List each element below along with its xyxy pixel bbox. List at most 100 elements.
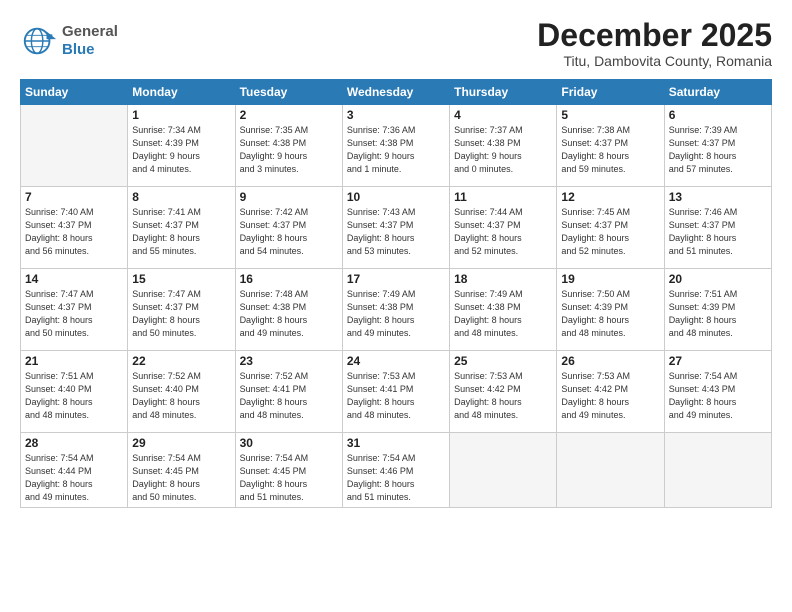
day-info: Sunrise: 7:53 AM Sunset: 4:42 PM Dayligh… bbox=[561, 370, 659, 422]
table-row: 19 Sunrise: 7:50 AM Sunset: 4:39 PM Dayli… bbox=[557, 269, 664, 351]
day-info: Sunrise: 7:53 AM Sunset: 4:41 PM Dayligh… bbox=[347, 370, 445, 422]
day-info: Sunrise: 7:42 AM Sunset: 4:37 PM Dayligh… bbox=[240, 206, 338, 258]
table-row bbox=[21, 105, 128, 187]
table-row: 11 Sunrise: 7:44 AM Sunset: 4:37 PM Dayli… bbox=[450, 187, 557, 269]
table-row: 14 Sunrise: 7:47 AM Sunset: 4:37 PM Dayli… bbox=[21, 269, 128, 351]
col-saturday: Saturday bbox=[664, 80, 771, 105]
location-subtitle: Titu, Dambovita County, Romania bbox=[537, 53, 772, 69]
table-row: 2Sunrise: 7:35 AM Sunset: 4:38 PM Daylig… bbox=[235, 105, 342, 187]
table-row: 5 Sunrise: 7:38 AM Sunset: 4:37 PM Daylig… bbox=[557, 105, 664, 187]
logo-blue: Blue bbox=[62, 41, 95, 58]
day-number: 27 bbox=[669, 354, 767, 368]
col-monday: Monday bbox=[128, 80, 235, 105]
table-row: 10 Sunrise: 7:43 AM Sunset: 4:37 PM Dayli… bbox=[342, 187, 449, 269]
day-number: 12 bbox=[561, 190, 659, 204]
day-info: Sunrise: 7:37 AM Sunset: 4:38 PM Dayligh… bbox=[454, 124, 552, 176]
day-number: 8 bbox=[132, 190, 230, 204]
table-row: 21 Sunrise: 7:51 AM Sunset: 4:40 PM Dayli… bbox=[21, 351, 128, 433]
day-number: 11 bbox=[454, 190, 552, 204]
day-number: 3 bbox=[347, 108, 445, 122]
day-number: 7 bbox=[25, 190, 123, 204]
col-sunday: Sunday bbox=[21, 80, 128, 105]
day-info: Sunrise: 7:45 AM Sunset: 4:37 PM Dayligh… bbox=[561, 206, 659, 258]
day-info: Sunrise: 7:47 AM Sunset: 4:37 PM Dayligh… bbox=[25, 288, 123, 340]
day-number: 13 bbox=[669, 190, 767, 204]
table-row bbox=[450, 433, 557, 508]
day-info: Sunrise: 7:36 AM Sunset: 4:38 PM Dayligh… bbox=[347, 124, 445, 176]
col-tuesday: Tuesday bbox=[235, 80, 342, 105]
day-number: 20 bbox=[669, 272, 767, 286]
day-number: 5 bbox=[561, 108, 659, 122]
day-info: Sunrise: 7:47 AM Sunset: 4:37 PM Dayligh… bbox=[132, 288, 230, 340]
month-title: December 2025 bbox=[537, 18, 772, 53]
day-info: Sunrise: 7:39 AM Sunset: 4:37 PM Dayligh… bbox=[669, 124, 767, 176]
header: General Blue December 2025 Titu, Dambovi… bbox=[20, 18, 772, 69]
day-info: Sunrise: 7:48 AM Sunset: 4:38 PM Dayligh… bbox=[240, 288, 338, 340]
table-row: 31 Sunrise: 7:54 AM Sunset: 4:46 PM Dayli… bbox=[342, 433, 449, 508]
logo-general: General bbox=[62, 23, 118, 40]
table-row: 30Sunrise: 7:54 AM Sunset: 4:45 PM Dayli… bbox=[235, 433, 342, 508]
table-row bbox=[664, 433, 771, 508]
day-info: Sunrise: 7:49 AM Sunset: 4:38 PM Dayligh… bbox=[454, 288, 552, 340]
day-number: 10 bbox=[347, 190, 445, 204]
table-row: 1Sunrise: 7:34 AM Sunset: 4:39 PM Daylig… bbox=[128, 105, 235, 187]
table-row: 26 Sunrise: 7:53 AM Sunset: 4:42 PM Dayli… bbox=[557, 351, 664, 433]
day-info: Sunrise: 7:51 AM Sunset: 4:39 PM Dayligh… bbox=[669, 288, 767, 340]
day-number: 2 bbox=[240, 108, 338, 122]
table-row: 27 Sunrise: 7:54 AM Sunset: 4:43 PM Dayli… bbox=[664, 351, 771, 433]
day-info: Sunrise: 7:52 AM Sunset: 4:41 PM Dayligh… bbox=[240, 370, 338, 422]
day-info: Sunrise: 7:53 AM Sunset: 4:42 PM Dayligh… bbox=[454, 370, 552, 422]
day-info: Sunrise: 7:54 AM Sunset: 4:43 PM Dayligh… bbox=[669, 370, 767, 422]
day-number: 19 bbox=[561, 272, 659, 286]
day-info: Sunrise: 7:52 AM Sunset: 4:40 PM Dayligh… bbox=[132, 370, 230, 422]
day-number: 25 bbox=[454, 354, 552, 368]
day-info: Sunrise: 7:54 AM Sunset: 4:44 PM Dayligh… bbox=[25, 452, 123, 504]
title-area: December 2025 Titu, Dambovita County, Ro… bbox=[537, 18, 772, 69]
day-info: Sunrise: 7:46 AM Sunset: 4:37 PM Dayligh… bbox=[669, 206, 767, 258]
day-number: 6 bbox=[669, 108, 767, 122]
table-row: 25 Sunrise: 7:53 AM Sunset: 4:42 PM Dayli… bbox=[450, 351, 557, 433]
table-row: 6 Sunrise: 7:39 AM Sunset: 4:37 PM Daylig… bbox=[664, 105, 771, 187]
day-number: 18 bbox=[454, 272, 552, 286]
day-number: 31 bbox=[347, 436, 445, 450]
day-number: 4 bbox=[454, 108, 552, 122]
day-number: 21 bbox=[25, 354, 123, 368]
table-row: 24Sunrise: 7:53 AM Sunset: 4:41 PM Dayli… bbox=[342, 351, 449, 433]
day-number: 16 bbox=[240, 272, 338, 286]
table-row bbox=[557, 433, 664, 508]
table-row: 23 Sunrise: 7:52 AM Sunset: 4:41 PM Dayli… bbox=[235, 351, 342, 433]
table-row: 29Sunrise: 7:54 AM Sunset: 4:45 PM Dayli… bbox=[128, 433, 235, 508]
calendar-header-row: Sunday Monday Tuesday Wednesday Thursday… bbox=[21, 80, 772, 105]
table-row: 3 Sunrise: 7:36 AM Sunset: 4:38 PM Daylig… bbox=[342, 105, 449, 187]
day-number: 26 bbox=[561, 354, 659, 368]
col-thursday: Thursday bbox=[450, 80, 557, 105]
day-number: 23 bbox=[240, 354, 338, 368]
day-info: Sunrise: 7:44 AM Sunset: 4:37 PM Dayligh… bbox=[454, 206, 552, 258]
day-number: 14 bbox=[25, 272, 123, 286]
logo: General Blue bbox=[20, 22, 118, 60]
day-info: Sunrise: 7:38 AM Sunset: 4:37 PM Dayligh… bbox=[561, 124, 659, 176]
day-info: Sunrise: 7:50 AM Sunset: 4:39 PM Dayligh… bbox=[561, 288, 659, 340]
day-number: 28 bbox=[25, 436, 123, 450]
day-info: Sunrise: 7:51 AM Sunset: 4:40 PM Dayligh… bbox=[25, 370, 123, 422]
col-wednesday: Wednesday bbox=[342, 80, 449, 105]
calendar-table: Sunday Monday Tuesday Wednesday Thursday… bbox=[20, 79, 772, 508]
day-info: Sunrise: 7:54 AM Sunset: 4:46 PM Dayligh… bbox=[347, 452, 445, 504]
page: General Blue December 2025 Titu, Dambovi… bbox=[0, 0, 792, 612]
day-info: Sunrise: 7:43 AM Sunset: 4:37 PM Dayligh… bbox=[347, 206, 445, 258]
day-info: Sunrise: 7:49 AM Sunset: 4:38 PM Dayligh… bbox=[347, 288, 445, 340]
logo-icon bbox=[20, 22, 58, 60]
day-number: 1 bbox=[132, 108, 230, 122]
day-info: Sunrise: 7:40 AM Sunset: 4:37 PM Dayligh… bbox=[25, 206, 123, 258]
day-info: Sunrise: 7:54 AM Sunset: 4:45 PM Dayligh… bbox=[132, 452, 230, 504]
table-row: 18 Sunrise: 7:49 AM Sunset: 4:38 PM Dayli… bbox=[450, 269, 557, 351]
table-row: 17Sunrise: 7:49 AM Sunset: 4:38 PM Dayli… bbox=[342, 269, 449, 351]
day-number: 22 bbox=[132, 354, 230, 368]
day-number: 15 bbox=[132, 272, 230, 286]
table-row: 12 Sunrise: 7:45 AM Sunset: 4:37 PM Dayli… bbox=[557, 187, 664, 269]
table-row: 15 Sunrise: 7:47 AM Sunset: 4:37 PM Dayli… bbox=[128, 269, 235, 351]
logo-text: General Blue bbox=[62, 23, 118, 59]
day-number: 9 bbox=[240, 190, 338, 204]
col-friday: Friday bbox=[557, 80, 664, 105]
table-row: 4 Sunrise: 7:37 AM Sunset: 4:38 PM Daylig… bbox=[450, 105, 557, 187]
